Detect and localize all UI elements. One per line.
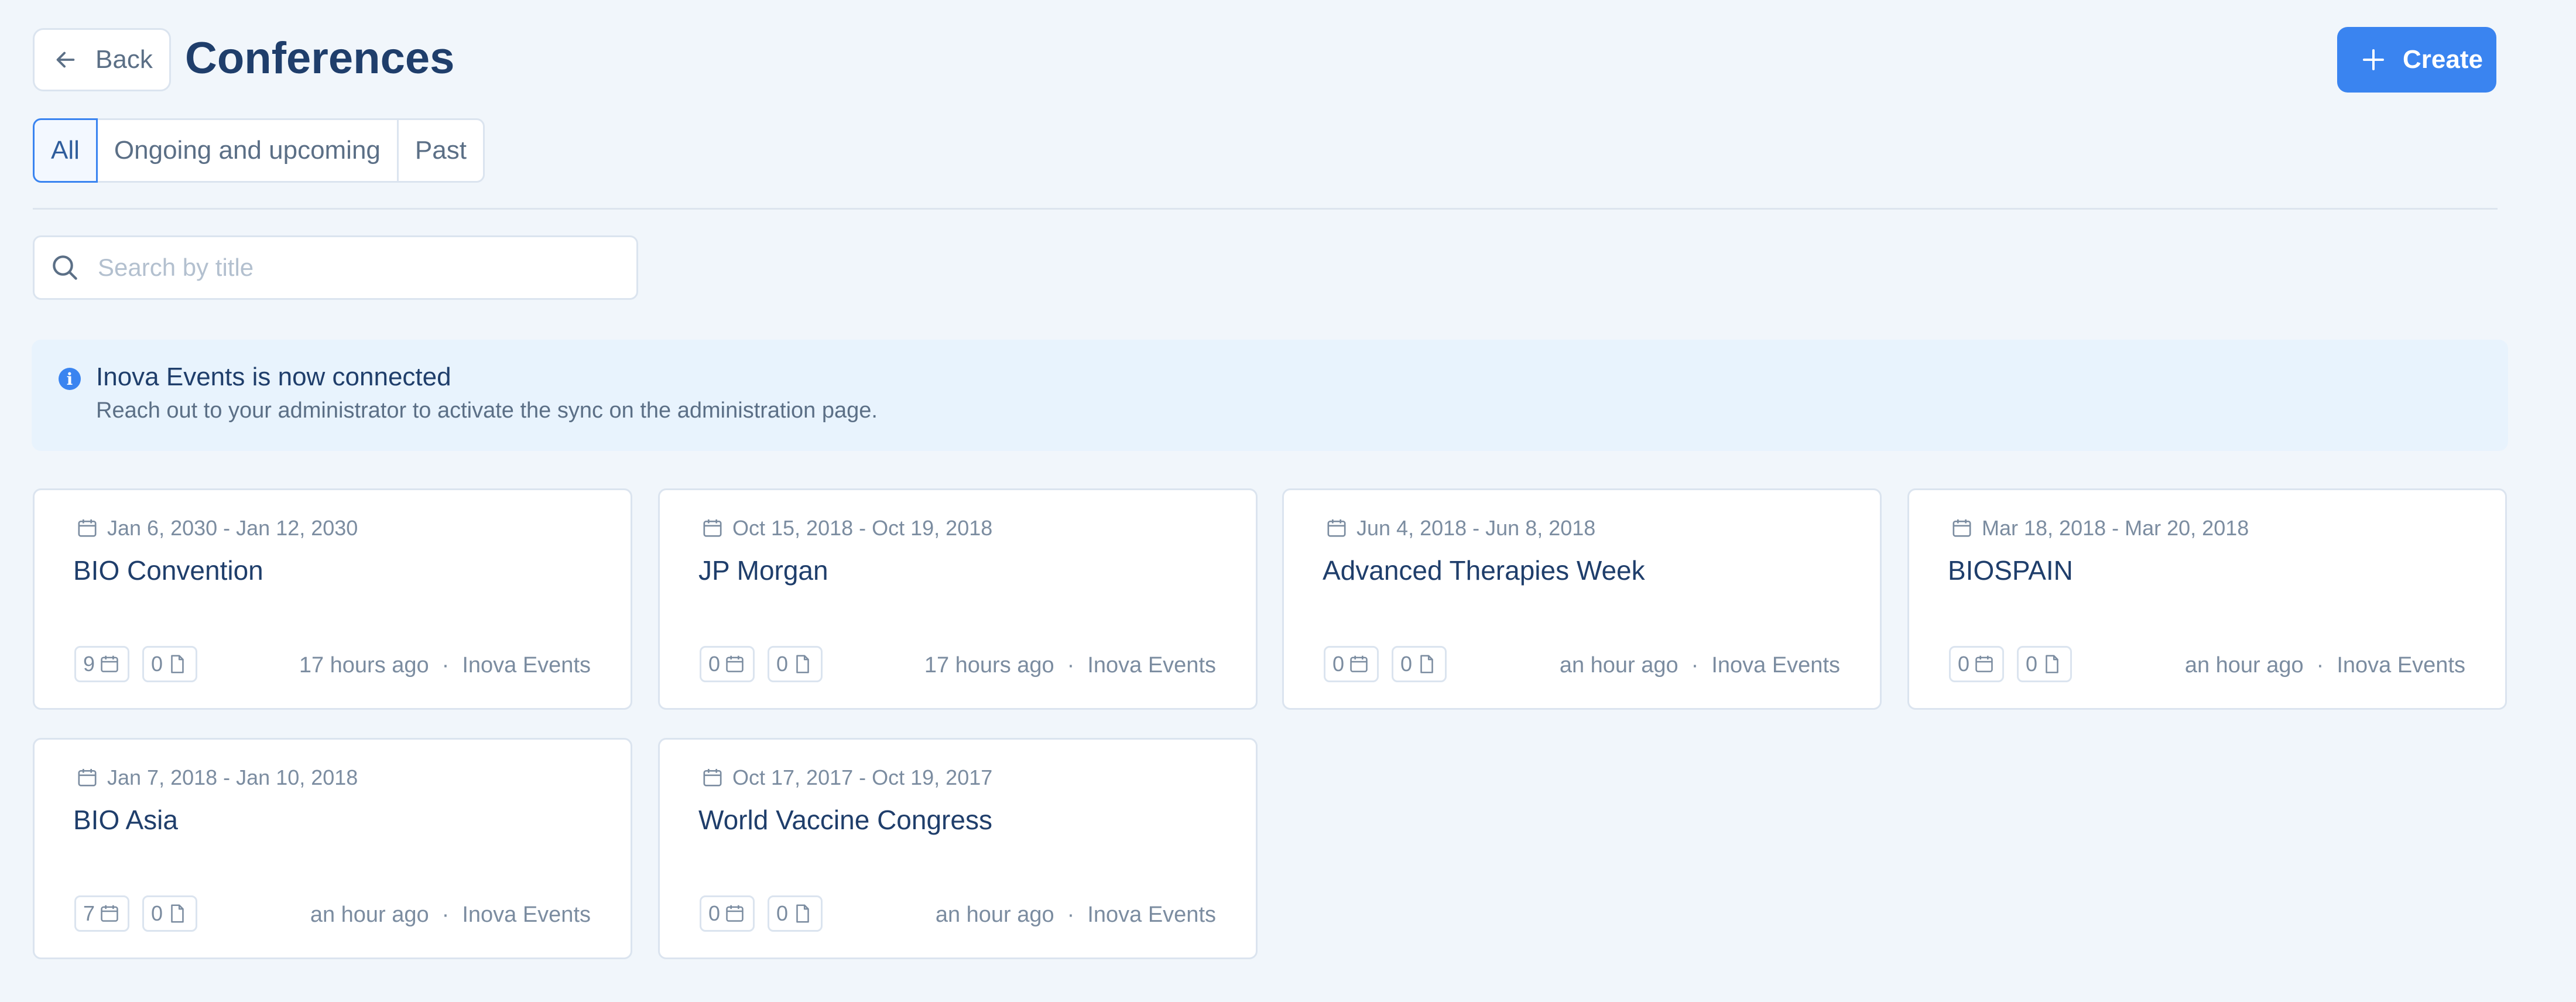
date-range: Oct 15, 2018 - Oct 19, 2018 xyxy=(732,516,993,540)
conference-title: World Vaccine Congress xyxy=(698,805,992,835)
sessions-badge: 0 xyxy=(700,895,755,932)
card-meta: an hour ago · Inova Events xyxy=(310,902,591,928)
document-icon xyxy=(796,904,809,923)
back-button[interactable]: Back xyxy=(33,28,171,91)
documents-badge: 0 xyxy=(2017,646,2073,682)
card-date: Oct 15, 2018 - Oct 19, 2018 xyxy=(701,516,992,541)
date-range: Jan 7, 2018 - Jan 10, 2018 xyxy=(107,765,358,789)
conference-title: Advanced Therapies Week xyxy=(1323,555,1645,586)
updated-time: an hour ago xyxy=(1559,653,1678,678)
source-name: Inova Events xyxy=(1087,902,1216,927)
card-date: Oct 17, 2017 - Oct 19, 2017 xyxy=(701,765,992,790)
separator-dot: · xyxy=(2316,653,2324,678)
connection-banner: i Inova Events is now connected Reach ou… xyxy=(32,340,2508,451)
separator-dot: · xyxy=(1067,653,1075,678)
conference-card[interactable]: Oct 15, 2018 - Oct 19, 2018 JP Morgan 0 … xyxy=(658,488,1258,710)
documents-badge: 0 xyxy=(768,895,823,932)
plus-icon xyxy=(2363,49,2384,70)
calendar-icon xyxy=(78,769,97,786)
calendar-icon xyxy=(703,769,722,786)
card-date: Jan 6, 2030 - Jan 12, 2030 xyxy=(76,516,358,541)
documents-badge: 0 xyxy=(1392,646,1447,682)
search-input[interactable] xyxy=(98,254,613,282)
date-range: Oct 17, 2017 - Oct 19, 2017 xyxy=(732,765,993,789)
back-label: Back xyxy=(95,45,153,74)
calendar-icon xyxy=(1975,655,1993,672)
document-icon xyxy=(1420,655,1433,673)
card-date: Jan 7, 2018 - Jan 10, 2018 xyxy=(76,765,358,790)
arrow-left-icon xyxy=(56,52,75,68)
sessions-badge: 9 xyxy=(74,646,130,682)
conference-title: JP Morgan xyxy=(698,555,828,586)
card-meta: 17 hours ago · Inova Events xyxy=(299,653,591,678)
create-button[interactable]: Create xyxy=(2337,27,2496,93)
divider xyxy=(33,208,2498,210)
updated-time: 17 hours ago xyxy=(924,653,1054,678)
conference-card[interactable]: Jan 6, 2030 - Jan 12, 2030 BIO Conventio… xyxy=(33,488,632,710)
documents-badge: 0 xyxy=(768,646,823,682)
search-box[interactable] xyxy=(33,235,638,300)
calendar-icon xyxy=(101,655,118,672)
conference-title: BIO Asia xyxy=(73,805,178,835)
calendar-icon xyxy=(726,905,744,922)
calendar-icon xyxy=(1952,519,1971,537)
card-meta: 17 hours ago · Inova Events xyxy=(924,653,1216,678)
updated-time: an hour ago xyxy=(310,902,429,927)
sessions-badge: 0 xyxy=(700,646,755,682)
card-meta: an hour ago · Inova Events xyxy=(2185,653,2465,678)
document-icon xyxy=(796,655,809,673)
sessions-badge: 0 xyxy=(1949,646,2005,682)
document-icon xyxy=(171,904,184,923)
calendar-icon xyxy=(1350,655,1368,672)
document-icon xyxy=(2046,655,2058,673)
updated-time: an hour ago xyxy=(935,902,1054,927)
separator-dot: · xyxy=(441,902,450,927)
updated-time: 17 hours ago xyxy=(299,653,429,678)
conference-title: BIO Convention xyxy=(73,555,263,586)
source-name: Inova Events xyxy=(1711,653,1840,678)
separator-dot: · xyxy=(1691,653,1699,678)
date-range: Jan 6, 2030 - Jan 12, 2030 xyxy=(107,516,358,540)
calendar-icon xyxy=(78,519,97,537)
separator-dot: · xyxy=(1067,902,1075,927)
create-label: Create xyxy=(2403,45,2483,74)
conference-card[interactable]: Mar 18, 2018 - Mar 20, 2018 BIOSPAIN 0 0… xyxy=(1907,488,2507,710)
date-range: Mar 18, 2018 - Mar 20, 2018 xyxy=(1982,516,2249,540)
card-date: Jun 4, 2018 - Jun 8, 2018 xyxy=(1325,516,1595,541)
tab-past[interactable]: Past xyxy=(396,118,485,183)
card-date: Mar 18, 2018 - Mar 20, 2018 xyxy=(1950,516,2249,541)
card-meta: an hour ago · Inova Events xyxy=(936,902,1216,928)
conference-card[interactable]: Oct 17, 2017 - Oct 19, 2017 World Vaccin… xyxy=(658,738,1258,959)
calendar-icon xyxy=(726,655,744,672)
banner-title: Inova Events is now connected xyxy=(96,363,451,391)
source-name: Inova Events xyxy=(462,902,591,927)
source-name: Inova Events xyxy=(2337,653,2465,678)
conference-card[interactable]: Jun 4, 2018 - Jun 8, 2018 Advanced Thera… xyxy=(1282,488,1882,710)
sessions-badge: 7 xyxy=(74,895,130,932)
document-icon xyxy=(171,655,184,673)
sessions-badge: 0 xyxy=(1324,646,1379,682)
updated-time: an hour ago xyxy=(2184,653,2304,678)
info-icon: i xyxy=(59,368,81,390)
separator-dot: · xyxy=(441,653,450,678)
source-name: Inova Events xyxy=(462,653,591,678)
calendar-icon xyxy=(101,905,118,922)
search-icon xyxy=(53,255,77,280)
tab-ongoing-upcoming[interactable]: Ongoing and upcoming xyxy=(95,118,399,183)
filter-tabs: All Ongoing and upcoming Past xyxy=(33,118,485,183)
source-name: Inova Events xyxy=(1087,653,1216,678)
card-meta: an hour ago · Inova Events xyxy=(1560,653,1840,678)
date-range: Jun 4, 2018 - Jun 8, 2018 xyxy=(1356,516,1596,540)
banner-subtitle: Reach out to your administrator to activ… xyxy=(96,398,878,423)
page-title: Conferences xyxy=(185,33,455,83)
tab-all[interactable]: All xyxy=(33,118,98,183)
documents-badge: 0 xyxy=(142,646,198,682)
calendar-icon xyxy=(703,519,722,537)
documents-badge: 0 xyxy=(142,895,198,932)
conference-title: BIOSPAIN xyxy=(1948,555,2073,586)
conference-card[interactable]: Jan 7, 2018 - Jan 10, 2018 BIO Asia 7 0 … xyxy=(33,738,632,959)
calendar-icon xyxy=(1327,519,1346,537)
